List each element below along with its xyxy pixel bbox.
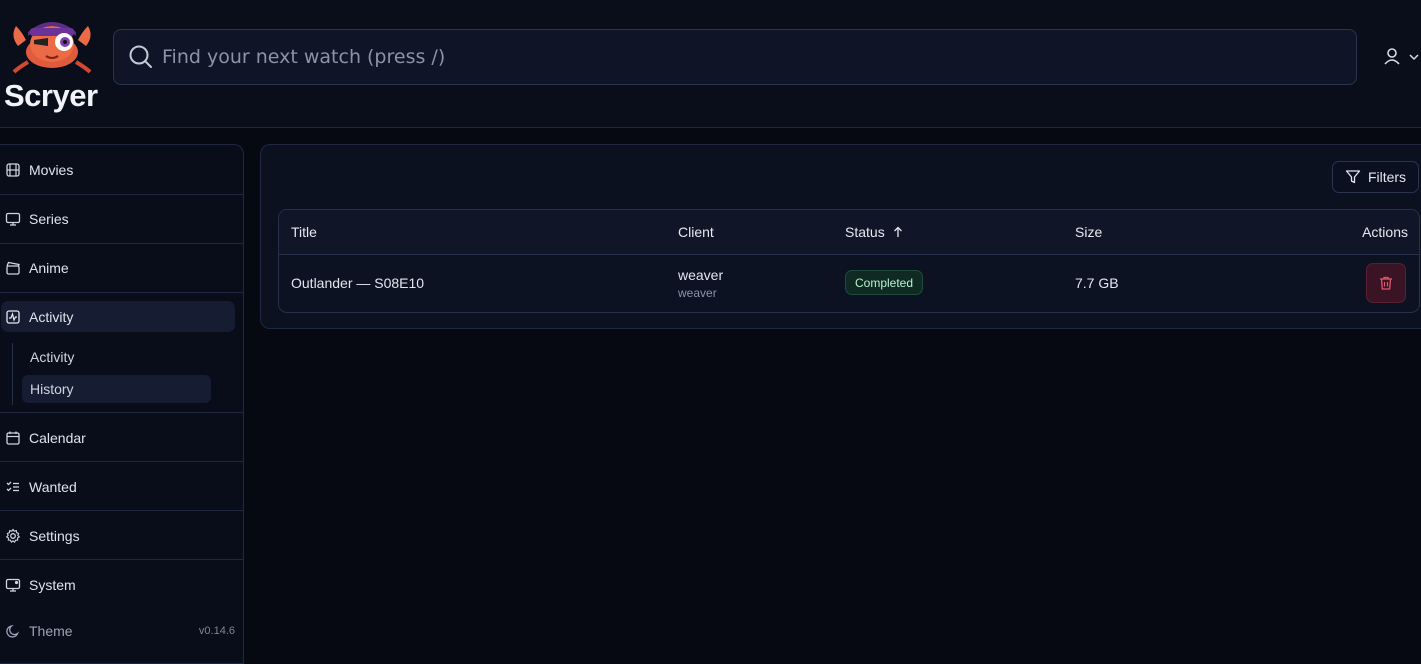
sidebar-item-settings[interactable]: Settings xyxy=(0,511,243,560)
checklist-icon xyxy=(6,481,19,491)
history-table: Title Client Status Size Actions Outland… xyxy=(278,209,1420,313)
column-header-title[interactable]: Title xyxy=(291,224,317,240)
monitor-icon xyxy=(5,212,21,226)
row-client-sub: weaver xyxy=(678,286,717,300)
sidebar-item-activity[interactable]: Activity xyxy=(0,292,243,341)
sidebar-item-series[interactable]: Series xyxy=(0,194,243,243)
sort-ascending-icon xyxy=(893,226,902,237)
sidebar-item-label: Activity xyxy=(29,308,74,325)
row-size: 7.7 GB xyxy=(1075,275,1119,291)
column-header-status[interactable]: Status xyxy=(845,224,904,240)
system-monitor-icon xyxy=(5,578,21,592)
gear-icon xyxy=(5,528,21,543)
sidebar-subitem-activity[interactable]: Activity xyxy=(22,343,211,371)
search-icon xyxy=(129,45,152,68)
delete-button[interactable] xyxy=(1366,263,1406,303)
sidebar-item-wanted[interactable]: Wanted xyxy=(0,462,243,511)
column-header-client[interactable]: Client xyxy=(678,224,714,240)
brand-name: Scryer xyxy=(4,78,98,113)
filter-icon xyxy=(1345,170,1361,184)
sidebar-item-label: Movies xyxy=(29,161,74,178)
top-header: Scryer xyxy=(0,0,1421,128)
row-client: weaver xyxy=(678,267,724,283)
trash-icon xyxy=(1380,276,1392,290)
filters-label: Filters xyxy=(1367,169,1407,185)
sidebar-item-label: System xyxy=(29,576,76,593)
sidebar-item-movies[interactable]: Movies xyxy=(0,145,243,194)
status-badge: Completed xyxy=(845,270,924,295)
search-bar[interactable] xyxy=(113,29,1357,85)
sidebar-item-system[interactable]: System xyxy=(0,560,243,609)
sidebar-item-label: Anime xyxy=(29,259,69,276)
column-header-actions: Actions xyxy=(1362,224,1408,240)
theme-toggle[interactable]: Theme v0.14.6 xyxy=(0,617,243,645)
row-title: Outlander — S08E10 xyxy=(291,275,425,291)
sidebar: Movies Series Anime Activity Activity Hi… xyxy=(0,144,244,664)
sidebar-item-calendar[interactable]: Calendar xyxy=(0,413,243,462)
status-header-label: Status xyxy=(845,224,885,240)
theme-label: Theme xyxy=(29,623,73,639)
history-panel: Filters Title Client Status Size Actions… xyxy=(260,144,1421,329)
clapperboard-icon xyxy=(6,261,20,275)
sidebar-item-label: Wanted xyxy=(29,478,77,495)
sidebar-item-label: Series xyxy=(29,210,69,227)
submenu-guide-line xyxy=(12,343,13,405)
sidebar-item-anime[interactable]: Anime xyxy=(0,243,243,292)
app-version: v0.14.6 xyxy=(198,625,235,637)
sidebar-subitem-history[interactable]: History xyxy=(22,375,211,403)
column-header-size[interactable]: Size xyxy=(1075,224,1102,240)
table-header: Title Client Status Size Actions xyxy=(279,210,1419,255)
filters-button[interactable]: Filters xyxy=(1332,161,1419,193)
search-input[interactable] xyxy=(162,38,1342,76)
crab-logo[interactable] xyxy=(8,6,96,74)
film-icon xyxy=(6,162,20,177)
sidebar-item-label: Settings xyxy=(29,527,80,544)
calendar-icon xyxy=(6,431,20,445)
moon-icon xyxy=(6,624,20,638)
activity-icon xyxy=(6,309,20,324)
sidebar-item-label: Calendar xyxy=(29,429,86,446)
user-menu-icon[interactable] xyxy=(1380,46,1420,68)
